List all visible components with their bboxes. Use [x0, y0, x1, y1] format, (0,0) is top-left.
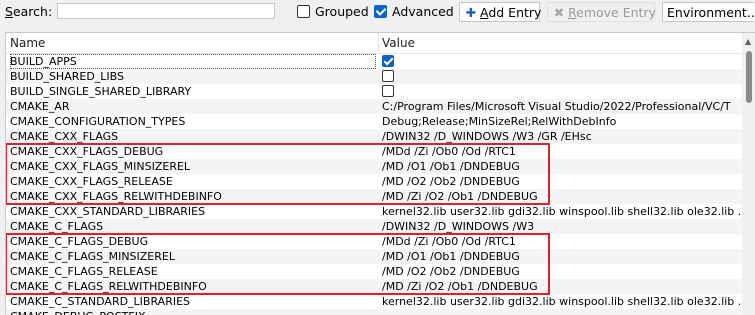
column-header-name[interactable]: Name [10, 36, 45, 50]
entry-value[interactable]: /MD /O2 /Ob2 /DNDEBUG [382, 264, 742, 279]
entry-name: CMAKE_CXX_FLAGS_RELWITHDEBINFO [10, 190, 222, 203]
entry-name: CMAKE_C_FLAGS_RELEASE [10, 265, 158, 278]
entry-name: CMAKE_CXX_FLAGS_DEBUG [10, 145, 164, 158]
entry-name: CMAKE_C_FLAGS_RELWITHDEBINFO [10, 280, 207, 293]
toolbar: Search: Grouped Advanced ✚ Add Entry ✖ Rem… [0, 0, 755, 25]
entry-value[interactable]: /MD /O1 /Ob1 /DNDEBUG [382, 249, 742, 264]
table-row[interactable]: CMAKE_AR C:/Program Files/Microsoft Visua… [6, 99, 742, 114]
entry-name: CMAKE_CXX_FLAGS_RELEASE [10, 175, 173, 188]
entry-value[interactable]: Debug;Release;MinSizeRel;RelWithDebInfo [382, 114, 742, 129]
entry-value-checkbox[interactable] [382, 85, 394, 97]
entry-value[interactable]: /DWIN32 /D_WINDOWS /W3 /GR /EHsc [382, 129, 742, 144]
entry-name: BUILD_SINGLE_SHARED_LIBRARY [10, 85, 192, 98]
entry-value[interactable]: kernel32.lib user32.lib gdi32.lib winspo… [382, 204, 742, 219]
table-row[interactable]: CMAKE_C_STANDARD_LIBRARIES kernel32.lib u… [6, 294, 742, 309]
plus-icon: ✚ [465, 5, 477, 20]
entry-value[interactable]: /MD /Zi /O2 /Ob1 /DNDEBUG [382, 189, 742, 204]
table-header: Name Value [6, 33, 755, 54]
entry-name: CMAKE_CXX_STANDARD_LIBRARIES [10, 205, 206, 218]
entry-value[interactable]: /MD /Zi /O2 /Ob1 /DNDEBUG [382, 279, 742, 294]
table-row[interactable]: CMAKE_CONFIGURATION_TYPES Debug;Release;M… [6, 114, 742, 129]
entry-name: CMAKE_DEBUG_POSTFIX [10, 309, 376, 315]
table-row[interactable]: CMAKE_C_FLAGS_DEBUG/MDd /Zi /Ob0 /Od /RT… [6, 234, 742, 249]
scrollbar-thumb[interactable] [746, 51, 752, 103]
table-row[interactable]: BUILD_SINGLE_SHARED_LIBRARY [6, 84, 742, 99]
entry-value[interactable]: /MDd /Zi /Ob0 /Od /RTC1 [382, 234, 742, 249]
table-row[interactable]: CMAKE_C_FLAGS_RELEASE/MD /O2 /Ob2 /DNDEB… [6, 264, 742, 279]
table-row[interactable]: CMAKE_C_FLAGS/DWIN32 /D_WINDOWS /W3 [6, 219, 742, 234]
entry-value[interactable]: C:/Program Files/Microsoft Visual Studio… [382, 99, 742, 114]
entry-name: CMAKE_C_FLAGS_MINSIZEREL [10, 250, 175, 263]
table-row[interactable]: CMAKE_CXX_FLAGS_DEBUG/MDd /Zi /Ob0 /Od /… [6, 144, 742, 159]
advanced-label: Advanced [392, 4, 454, 19]
x-icon: ✖ [553, 5, 565, 20]
entry-name: CMAKE_C_FLAGS [10, 220, 104, 233]
table-row[interactable]: BUILD_APPS [6, 54, 742, 69]
remove-entry-button[interactable]: ✖ Remove Entry [547, 2, 656, 22]
column-header-value[interactable]: Value [382, 36, 415, 50]
table-row[interactable]: CMAKE_CXX_STANDARD_LIBRARIES kernel32.lib… [6, 204, 742, 219]
table-row[interactable]: CMAKE_C_FLAGS_MINSIZEREL/MD /O1 /Ob1 /DN… [6, 249, 742, 264]
entry-value[interactable]: /DWIN32 /D_WINDOWS /W3 [382, 219, 742, 234]
table-body: BUILD_APPS BUILD_SHARED_LIBS BUILD_SINGLE_… [6, 54, 742, 315]
column-divider[interactable] [378, 33, 379, 53]
entry-value-checkbox[interactable] [382, 55, 394, 67]
entry-name: BUILD_SHARED_LIBS [10, 70, 124, 83]
entry-name: CMAKE_CXX_FLAGS_MINSIZEREL [10, 160, 191, 173]
table-row[interactable]: CMAKE_C_FLAGS_RELWITHDEBINFO/MD /Zi /O2 … [6, 279, 742, 294]
table-row[interactable]: CMAKE_CXX_FLAGS_MINSIZEREL/MD /O1 /Ob1 /… [6, 159, 742, 174]
entry-name: CMAKE_AR [10, 100, 70, 113]
entry-value[interactable]: /MDd /Zi /Ob0 /Od /RTC1 [382, 144, 742, 159]
cache-table: Name Value BUILD_APPS BUILD_SHARED_LIBS BU… [5, 32, 755, 315]
table-row[interactable]: CMAKE_CXX_FLAGS/DWIN32 /D_WINDOWS /W3 /G… [6, 129, 742, 144]
advanced-checkbox[interactable] [374, 5, 387, 18]
entry-name: CMAKE_C_STANDARD_LIBRARIES [10, 295, 191, 308]
table-row[interactable]: CMAKE_DEBUG_POSTFIX [6, 309, 742, 315]
environment-button[interactable]: Environment... [662, 2, 755, 22]
up-arrow-icon[interactable]: ▲ [745, 37, 751, 46]
entry-value-checkbox[interactable] [382, 70, 394, 82]
table-row[interactable]: CMAKE_CXX_FLAGS_RELWITHDEBINFO/MD /Zi /O… [6, 189, 742, 204]
table-row[interactable]: CMAKE_CXX_FLAGS_RELEASE/MD /O2 /Ob2 /DND… [6, 174, 742, 189]
search-input[interactable] [57, 3, 275, 19]
add-entry-button[interactable]: ✚ Add Entry [459, 2, 541, 22]
entry-value[interactable]: kernel32.lib user32.lib gdi32.lib winspo… [382, 294, 742, 309]
entry-name: CMAKE_CXX_FLAGS [10, 130, 119, 143]
entry-name: CMAKE_C_FLAGS_DEBUG [10, 235, 149, 248]
entry-value[interactable]: /MD /O1 /Ob1 /DNDEBUG [382, 159, 742, 174]
entry-value[interactable]: /MD /O2 /Ob2 /DNDEBUG [382, 174, 742, 189]
entry-name: CMAKE_CONFIGURATION_TYPES [10, 115, 186, 128]
grouped-checkbox[interactable] [297, 5, 310, 18]
table-row[interactable]: BUILD_SHARED_LIBS [6, 69, 742, 84]
grouped-label: Grouped [315, 4, 369, 19]
vertical-scrollbar[interactable]: ▲ [742, 33, 755, 315]
entry-name: BUILD_APPS [10, 54, 376, 69]
search-label: Search: [5, 4, 53, 19]
